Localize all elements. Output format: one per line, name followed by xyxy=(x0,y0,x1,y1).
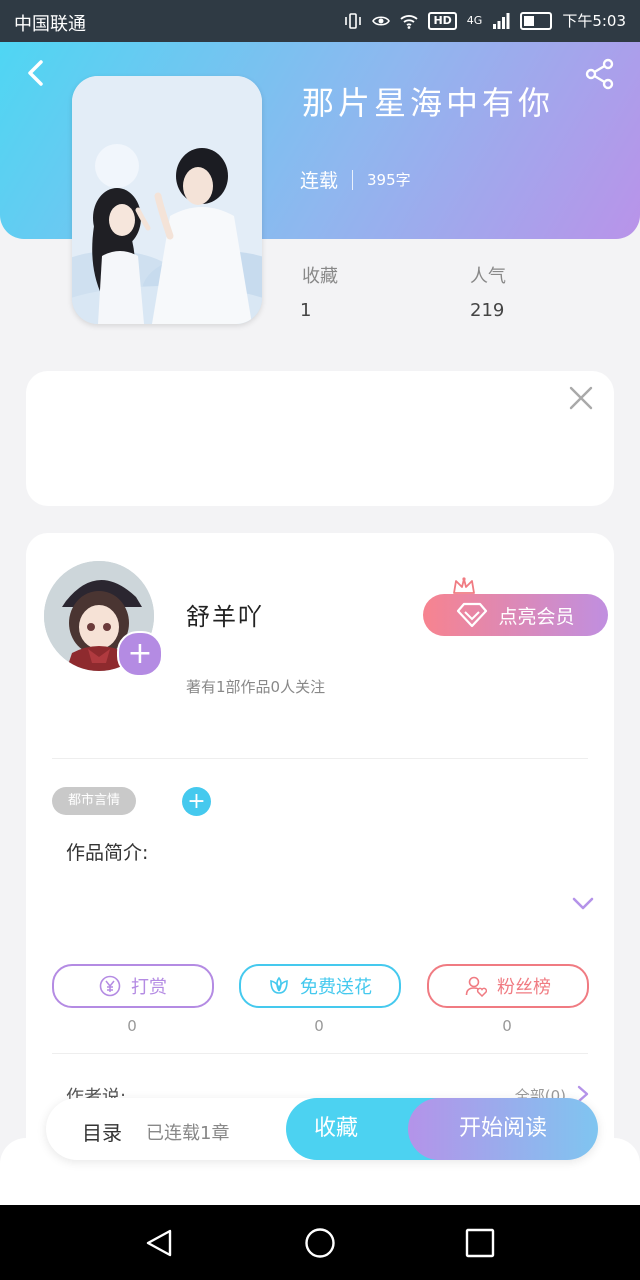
reward-count: 0 xyxy=(127,1017,137,1035)
serial-progress: 已连载1章 xyxy=(146,1123,230,1144)
follow-author-button[interactable]: + xyxy=(117,631,163,677)
reward-button[interactable]: 打赏 xyxy=(52,964,214,1008)
word-count: 395字 xyxy=(367,171,411,189)
favorites-label: 收藏 xyxy=(302,266,338,287)
bottom-action-bar: 目录 已连载1章 收藏 开始阅读 xyxy=(46,1098,598,1160)
clock: 下午5:03 xyxy=(562,12,626,30)
book-cover[interactable] xyxy=(72,76,262,324)
toc-button[interactable]: 目录 xyxy=(82,1117,122,1146)
author-name[interactable]: 舒羊吖 xyxy=(186,597,264,632)
chevron-down-icon[interactable] xyxy=(571,895,595,913)
separator xyxy=(352,169,354,190)
genre-tag[interactable]: 都市言情 xyxy=(52,787,137,815)
book-info-card: + 舒羊吖 著有1部作品0人关注 点亮会员 都市言情 + 作品简介: 打赏 免费… xyxy=(26,533,614,1173)
vip-button[interactable]: 点亮会员 xyxy=(423,594,608,636)
hd-badge: HD xyxy=(428,11,457,30)
flower-count: 0 xyxy=(314,1017,324,1035)
add-tag-button[interactable]: + xyxy=(182,787,211,816)
fan-count: 0 xyxy=(502,1017,512,1035)
serial-status: 连载 xyxy=(300,170,339,192)
send-flower-label: 免费送花 xyxy=(300,977,372,998)
share-icon[interactable] xyxy=(584,58,616,90)
reward-label: 打赏 xyxy=(131,977,167,998)
network-label: 4G xyxy=(466,14,483,27)
intro-label: 作品简介: xyxy=(66,842,149,864)
popularity-label: 人气 xyxy=(470,266,506,287)
favorites-value: 1 xyxy=(300,300,312,321)
user-heart-icon xyxy=(465,976,487,997)
divider xyxy=(52,1053,588,1054)
battery-icon xyxy=(520,11,553,30)
close-icon[interactable] xyxy=(568,385,594,411)
vibrate-icon xyxy=(345,12,362,29)
cover-illustration xyxy=(72,76,262,324)
flower-icon xyxy=(270,976,288,994)
eye-icon xyxy=(372,15,391,26)
vip-label: 点亮会员 xyxy=(498,605,575,628)
book-title: 那片星海中有你 xyxy=(302,84,555,122)
divider xyxy=(52,758,588,759)
book-status-row: 连载 395字 xyxy=(300,166,411,193)
author-info: 著有1部作品0人关注 xyxy=(186,678,326,696)
yen-icon xyxy=(99,975,121,997)
status-bar: 中国联通 HD 4G 下午5:03 xyxy=(0,0,640,42)
nav-home-icon[interactable] xyxy=(304,1227,336,1259)
navigation-bar xyxy=(0,1205,640,1280)
wifi-icon xyxy=(400,14,419,29)
start-reading-button[interactable]: 开始阅读 xyxy=(408,1098,598,1160)
popularity-value: 219 xyxy=(470,300,505,321)
diamond-icon xyxy=(457,602,488,628)
send-flower-button[interactable]: 免费送花 xyxy=(239,964,401,1008)
ad-card xyxy=(26,371,614,506)
status-icons: HD 4G 下午5:03 xyxy=(344,10,626,31)
nav-back-icon[interactable] xyxy=(144,1227,176,1259)
fan-ranking-label: 粉丝榜 xyxy=(497,977,551,998)
back-icon[interactable] xyxy=(22,58,52,88)
signal-icon xyxy=(493,12,510,29)
nav-recents-icon[interactable] xyxy=(464,1227,496,1259)
carrier-label: 中国联通 xyxy=(14,14,86,35)
fan-ranking-button[interactable]: 粉丝榜 xyxy=(427,964,589,1008)
